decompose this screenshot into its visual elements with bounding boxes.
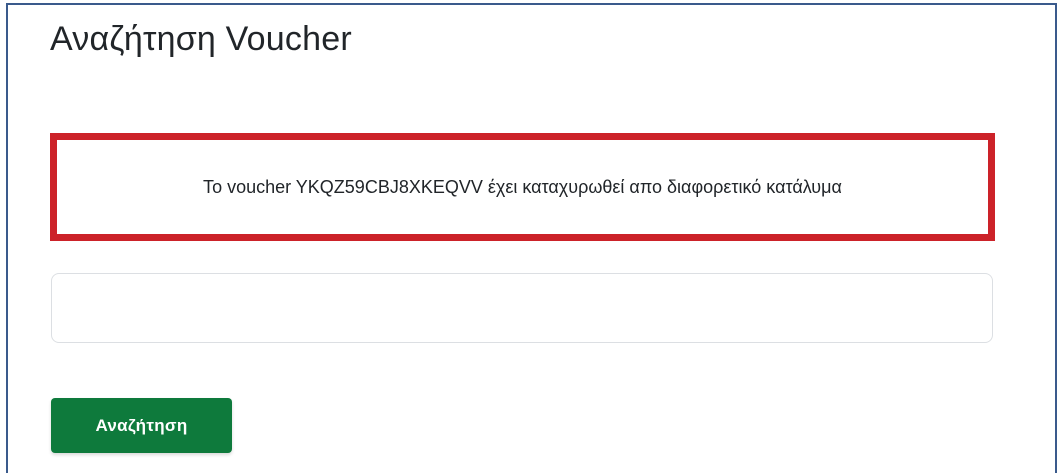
error-alert: Το voucher YKQZ59CBJ8XKEQVV έχει καταχυρ… — [50, 133, 995, 241]
alert-message: Το voucher YKQZ59CBJ8XKEQVV έχει καταχυρ… — [203, 176, 842, 197]
voucher-search-input[interactable] — [51, 273, 993, 343]
page-title: Αναζήτηση Voucher — [50, 20, 352, 58]
search-button[interactable]: Αναζήτηση — [51, 398, 232, 453]
